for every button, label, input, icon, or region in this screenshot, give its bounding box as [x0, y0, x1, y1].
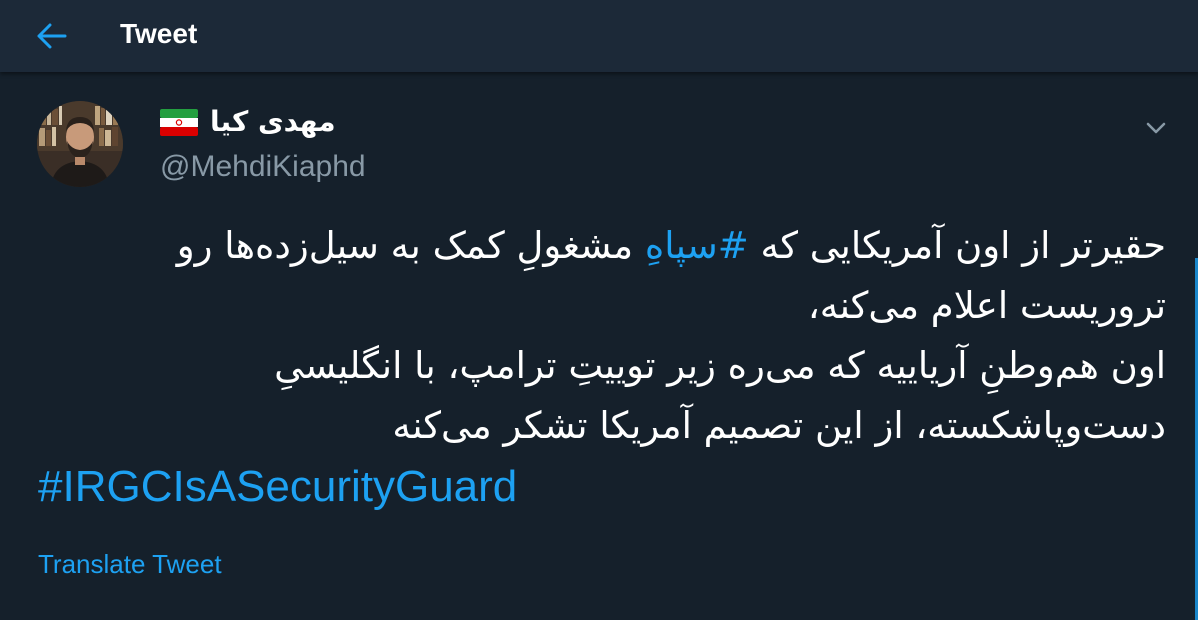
page-title: Tweet: [120, 18, 198, 49]
tweet-text-segment: حقیرتر از اون آمریکایی که: [748, 224, 1166, 267]
tweet-line-1: حقیرتر از اون آمریکایی که #سپاهِ مشغولِ …: [38, 216, 1166, 276]
avatar-photo: [37, 101, 123, 187]
arrow-left-icon: [37, 23, 67, 49]
tweet-line-2: تروریست اعلام می‌کنه،: [807, 284, 1166, 327]
author-name-row[interactable]: مهدی کیا: [160, 104, 336, 140]
tweet-text: حقیرتر از اون آمریکایی که #سپاهِ مشغولِ …: [38, 216, 1166, 456]
tweet-line-3: اون هم‌وطنِ آریاییه که می‌ره زیر توییتِ …: [274, 344, 1166, 387]
translate-tweet-link[interactable]: Translate Tweet: [38, 546, 222, 582]
tweet-text-segment: مشغولِ کمک به سیل‌زده‌ها رو: [176, 224, 645, 267]
iran-flag-icon: [160, 109, 198, 136]
tweet-menu-button[interactable]: [1138, 112, 1174, 144]
hashtag-link[interactable]: #سپاهِ: [645, 224, 749, 267]
avatar[interactable]: [37, 101, 123, 187]
hashtag-link-en[interactable]: #IRGCIsASecurityGuard: [38, 458, 517, 516]
top-bar: Tweet: [0, 0, 1198, 72]
author-display-name: مهدی کیا: [210, 105, 336, 138]
chevron-down-icon: [1146, 122, 1166, 134]
back-button[interactable]: [28, 14, 76, 58]
author-handle[interactable]: @MehdiKiaphd: [160, 148, 366, 186]
tweet-line-4: دست‌وپاشکسته، از این تصمیم آمریکا تشکر م…: [392, 404, 1166, 447]
